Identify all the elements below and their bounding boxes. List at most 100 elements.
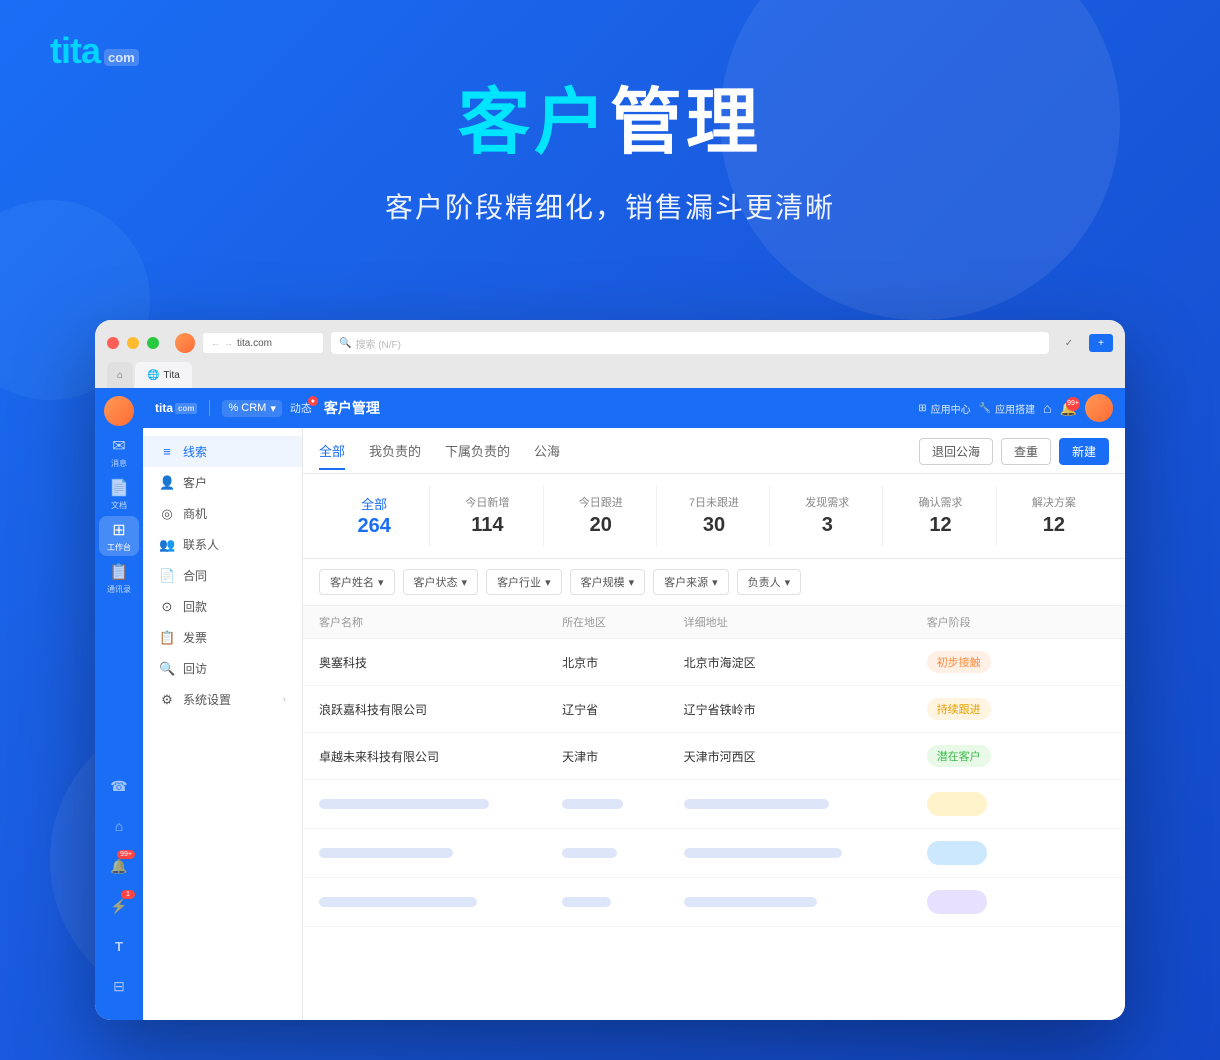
tab-public-sea[interactable]: 公海 — [534, 441, 560, 470]
sidebar-phone-icon[interactable]: ☎ — [101, 768, 137, 804]
tab-subordinate[interactable]: 下属负责的 — [445, 441, 510, 470]
table-row[interactable]: 卓越未来科技有限公司 天津市 天津市河西区 潜在客户 — [303, 733, 1125, 780]
nav-sidebar: ≡ 线索 👤 客户 ◎ 商机 👥 联系人 — [143, 428, 303, 1020]
stat-today-new-label: 今日新增 — [436, 494, 538, 510]
nav-item-contract[interactable]: 📄 合同 — [143, 560, 302, 591]
duplicate-check-btn[interactable]: 查重 — [1001, 438, 1051, 465]
filter-industry-btn[interactable]: 客户行业 ▾ — [486, 569, 562, 595]
browser-search-bar[interactable]: 🔍 搜索 (N/F) — [331, 332, 1049, 354]
skeleton-badge-yellow — [927, 792, 987, 816]
filter-status-btn[interactable]: 客户状态 ▾ — [403, 569, 479, 595]
crm-dropdown-btn[interactable]: % CRM ▾ — [222, 400, 281, 417]
payment-icon: ⊙ — [159, 599, 175, 615]
contract-label: 合同 — [183, 567, 207, 584]
stat-seven-day[interactable]: 7日未跟进 30 — [659, 486, 770, 546]
row-1-stage: 初步接触 — [927, 651, 1109, 673]
browser-chrome: ← → tita.com 🔍 搜索 (N/F) ✓ + ⌂ 🌐 Tita — [95, 320, 1125, 388]
browser-tab-tita[interactable]: 🌐 Tita — [135, 362, 192, 388]
table-row[interactable]: 浪跃嘉科技有限公司 辽宁省 辽宁省铁岭市 持续跟进 — [303, 686, 1125, 733]
nav-item-payment[interactable]: ⊙ 回款 — [143, 591, 302, 622]
browser-maximize-dot[interactable] — [147, 337, 159, 349]
filter-source-chevron: ▾ — [712, 576, 718, 589]
pipeline-icon: ≡ — [159, 444, 175, 459]
return-public-sea-btn[interactable]: 退回公海 — [919, 438, 993, 465]
invoice-icon: 📋 — [159, 630, 175, 646]
row-3-name: 卓越未来科技有限公司 — [319, 748, 562, 765]
stat-all-label: 全部 — [323, 494, 425, 513]
address-text: tita.com — [237, 338, 272, 349]
new-customer-btn[interactable]: 新建 — [1059, 438, 1109, 465]
tab-my[interactable]: 我负责的 — [369, 441, 421, 470]
stat-today-followup-label: 今日跟进 — [550, 494, 652, 510]
stat-all[interactable]: 全部 264 — [319, 486, 430, 546]
header-divider — [209, 400, 210, 416]
sidebar-home-icon[interactable]: ⌂ — [101, 808, 137, 844]
customer-nav-label: 客户 — [183, 474, 207, 491]
filter-name-chevron: ▾ — [378, 576, 384, 589]
nav-item-pipeline[interactable]: ≡ 线索 — [143, 436, 302, 467]
header-user-avatar[interactable] — [1085, 394, 1113, 422]
stat-confirm-demand[interactable]: 确认需求 12 — [885, 486, 996, 546]
doc-label: 文档 — [111, 500, 127, 511]
header-dynamic-nav[interactable]: 动态 ● — [290, 400, 312, 416]
settings-label: 系统设置 — [183, 691, 231, 708]
filter-owner-btn[interactable]: 负责人 ▾ — [737, 569, 802, 595]
sidebar-notification-icon[interactable]: 🔔 99+ — [101, 848, 137, 884]
col-header-name: 客户名称 — [319, 614, 562, 630]
filter-scale-chevron: ▾ — [629, 576, 635, 589]
nav-item-visit[interactable]: 🔍 回访 — [143, 653, 302, 684]
browser-tab-home[interactable]: ⌂ — [107, 362, 133, 388]
app-center-btn[interactable]: ⊞ 应用中心 — [918, 401, 970, 416]
tab-all[interactable]: 全部 — [319, 441, 345, 470]
sidebar-type-icon[interactable]: T — [101, 928, 137, 964]
nav-item-invoice[interactable]: 📋 发票 — [143, 622, 302, 653]
header-page-title: 客户管理 — [324, 398, 380, 418]
stat-solution[interactable]: 解决方案 12 — [999, 486, 1109, 546]
filter-scale-btn[interactable]: 客户规模 ▾ — [570, 569, 646, 595]
table-row[interactable]: 奥塞科技 北京市 北京市海淀区 初步接触 — [303, 639, 1125, 686]
sidebar-user-avatar[interactable] — [104, 396, 134, 426]
stat-find-demand[interactable]: 发现需求 3 — [772, 486, 883, 546]
filter-industry-label: 客户行业 — [497, 574, 541, 590]
sidebar-item-contacts[interactable]: 📋 通讯录 — [99, 558, 139, 598]
stat-today-followup-value: 20 — [550, 514, 652, 537]
sidebar-grid-icon[interactable]: ⊟ — [101, 968, 137, 1004]
nav-item-contact[interactable]: 👥 联系人 — [143, 529, 302, 560]
filter-source-btn[interactable]: 客户来源 ▾ — [653, 569, 729, 595]
tab-bar: 全部 我负责的 下属负责的 公海 退回公海 查重 新建 — [303, 428, 1125, 474]
filter-name-btn[interactable]: 客户姓名 ▾ — [319, 569, 395, 595]
nav-item-settings[interactable]: ⚙ 系统设置 › — [143, 684, 302, 715]
message-label: 消息 — [111, 458, 127, 469]
browser-minimize-dot[interactable] — [127, 337, 139, 349]
tab-actions: 退回公海 查重 新建 — [919, 438, 1109, 473]
header-home-btn[interactable]: ⌂ — [1043, 400, 1051, 416]
sidebar-item-doc[interactable]: 📄 文档 — [99, 474, 139, 514]
browser-add-btn[interactable]: + — [1089, 334, 1113, 352]
opportunity-label: 商机 — [183, 505, 207, 522]
sidebar-activity-icon[interactable]: ⚡ 1 — [101, 888, 137, 924]
browser-check-btn[interactable]: ✓ — [1057, 334, 1081, 352]
row-3-address: 天津市河西区 — [684, 748, 927, 765]
stat-today-new[interactable]: 今日新增 114 — [432, 486, 543, 546]
skeleton-badge-blue — [927, 841, 987, 865]
home-icon: ⌂ — [115, 818, 123, 834]
stat-today-followup[interactable]: 今日跟进 20 — [546, 486, 657, 546]
crm-label: % CRM — [228, 402, 266, 414]
filter-source-label: 客户来源 — [664, 574, 708, 590]
table-header: 客户名称 所在地区 详细地址 客户阶段 — [303, 606, 1125, 639]
browser-address[interactable]: ← → tita.com — [203, 333, 323, 353]
sidebar-item-message[interactable]: ✉ 消息 — [99, 432, 139, 472]
browser-close-dot[interactable] — [107, 337, 119, 349]
notification-badge: 99+ — [117, 850, 135, 859]
nav-item-opportunity[interactable]: ◎ 商机 — [143, 498, 302, 529]
header-notification-btn[interactable]: 🔔 99+ — [1060, 400, 1077, 417]
app-build-btn[interactable]: 🔧 应用搭建 — [979, 401, 1035, 416]
doc-icon: 📄 — [109, 478, 129, 498]
main-panel: tita com % CRM ▾ 动态 ● 客户管理 ⊞ 应用中心 — [143, 388, 1125, 1020]
opportunity-icon: ◎ — [159, 506, 175, 522]
row-3-stage: 潜在客户 — [927, 745, 1109, 767]
settings-arrow-icon: › — [283, 694, 286, 705]
data-table: 客户名称 所在地区 详细地址 客户阶段 奥塞科技 北京市 北京市海淀区 初步接触 — [303, 606, 1125, 1020]
nav-item-customer[interactable]: 👤 客户 — [143, 467, 302, 498]
sidebar-item-workspace[interactable]: ⊞ 工作台 — [99, 516, 139, 556]
